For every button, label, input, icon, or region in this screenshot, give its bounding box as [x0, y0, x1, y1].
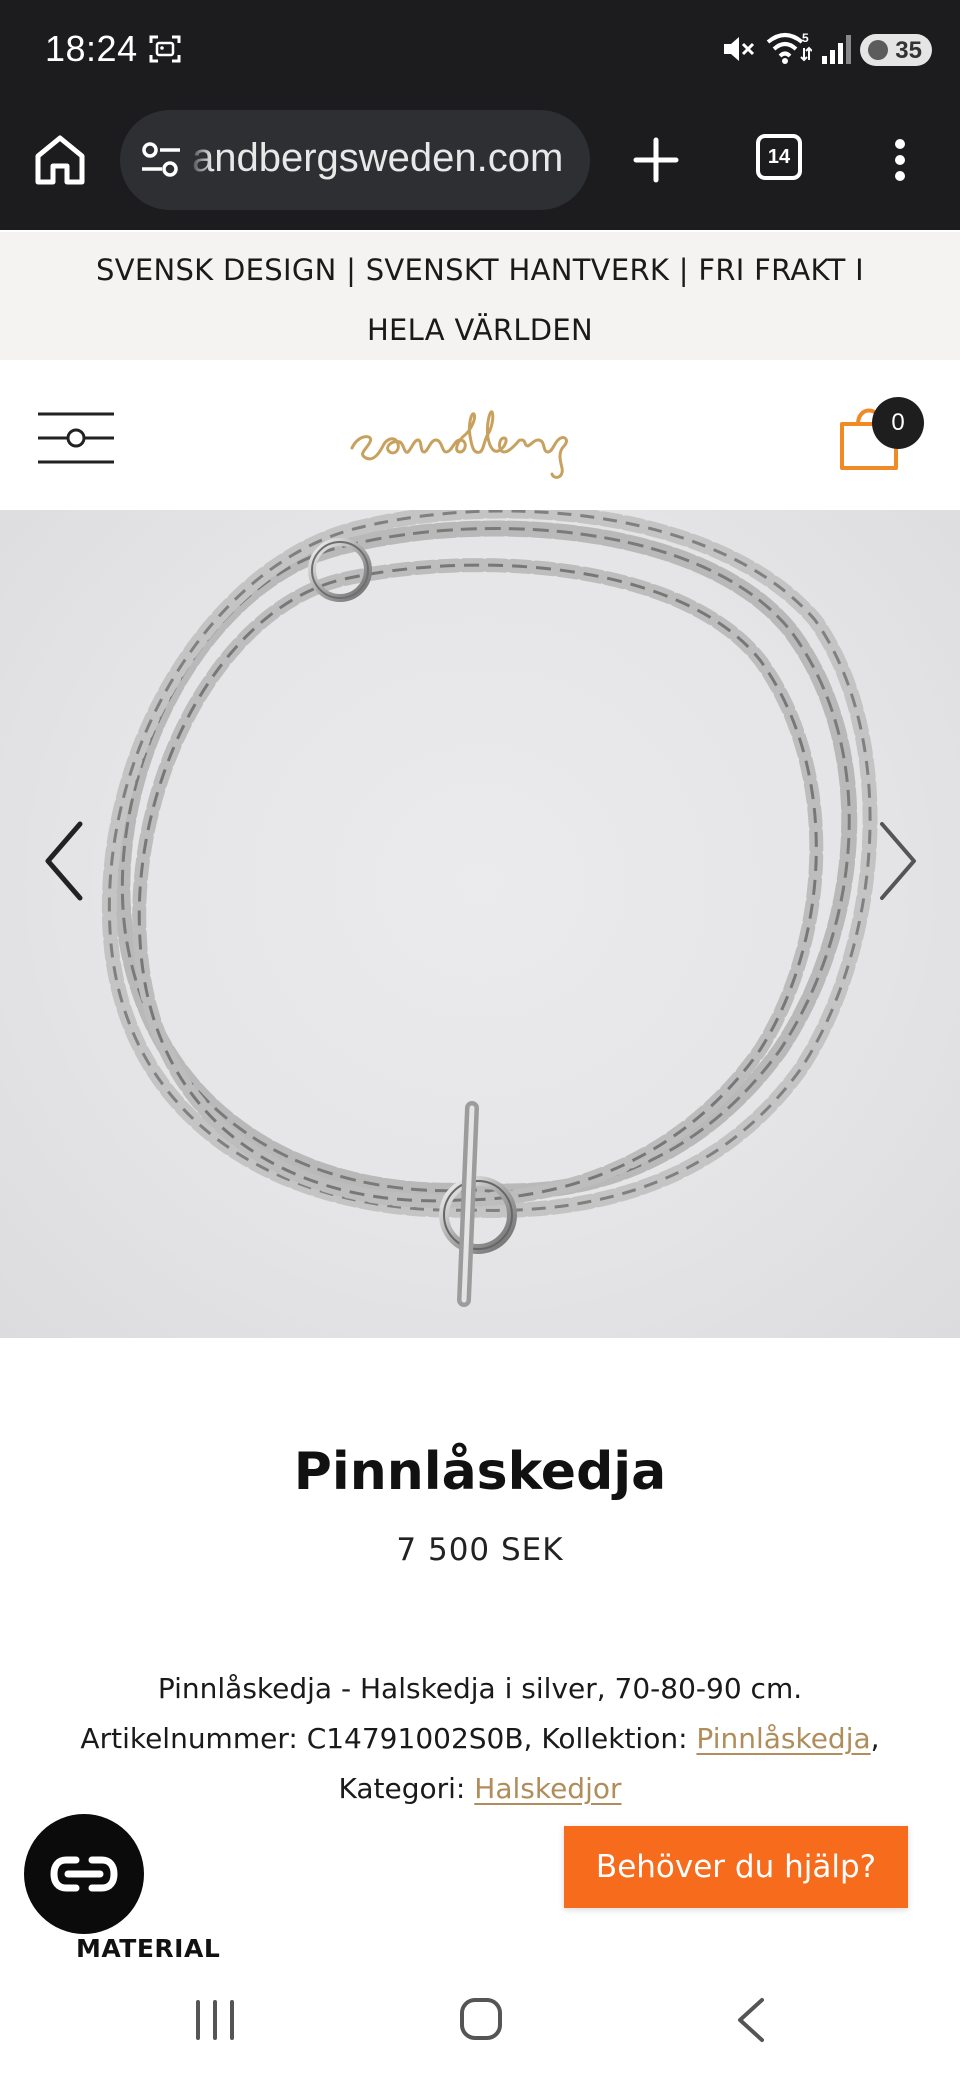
sandberg-logo[interactable]	[348, 404, 618, 484]
status-bar: 18:24 5 35	[0, 0, 960, 100]
home-icon[interactable]	[30, 130, 90, 190]
signal-icon	[822, 35, 851, 64]
mute-icon	[724, 37, 755, 61]
chevron-left-icon[interactable]	[40, 818, 90, 904]
tabs-icon[interactable]: 14	[756, 134, 802, 180]
tune-icon[interactable]	[140, 140, 182, 180]
announcement-bar: SVENSK DESIGN | SVENSKT HANTVERK | FRI F…	[0, 232, 960, 360]
menu-icon[interactable]	[36, 408, 116, 468]
address-bar[interactable]: andbergsweden.com	[120, 110, 590, 210]
product-price: 7 500 SEK	[396, 1532, 564, 1568]
plus-icon[interactable]	[628, 130, 684, 190]
site-header	[0, 360, 960, 510]
nav-home-icon[interactable]	[458, 1996, 504, 2042]
more-vert-icon[interactable]	[880, 130, 920, 190]
material-heading[interactable]: MATERIAL	[76, 1934, 220, 1963]
product-description: Pinnlåskedja - Halskedja i silver, 70-80…	[60, 1664, 900, 1814]
system-navigation-bar	[0, 1960, 960, 2080]
chevron-right-icon[interactable]	[872, 818, 922, 904]
recents-icon[interactable]	[190, 1998, 240, 2042]
screenshot-icon	[149, 35, 181, 63]
battery-saver-icon	[868, 40, 888, 60]
status-time: 18:24	[45, 28, 138, 69]
category-link[interactable]: Halskedjor	[474, 1772, 621, 1805]
product-image-gallery[interactable]	[0, 510, 960, 1338]
url-text[interactable]: andbergsweden.com	[192, 136, 563, 181]
collection-link[interactable]: Pinnlåskedja	[696, 1722, 870, 1755]
wifi-badge: 5	[802, 31, 809, 45]
accessibility-icon	[50, 1856, 118, 1892]
battery-level: 35	[895, 37, 922, 64]
url-fade	[188, 110, 212, 210]
product-image-necklace	[101, 510, 878, 1307]
wifi-icon: 5	[766, 31, 812, 64]
help-button[interactable]: Behöver du hjälp?	[564, 1826, 908, 1908]
battery-icon: 35	[860, 34, 932, 66]
product-title: Pinnlåskedja	[293, 1442, 667, 1502]
back-icon[interactable]	[732, 1996, 772, 2044]
accessibility-button[interactable]	[24, 1814, 144, 1934]
status-icons: 5 35	[700, 0, 960, 100]
product-description-text: Pinnlåskedja - Halskedja i silver, 70-80…	[80, 1672, 803, 1755]
cart-count-badge[interactable]: 0	[872, 397, 924, 449]
browser-toolbar: andbergsweden.com 14	[0, 100, 960, 230]
